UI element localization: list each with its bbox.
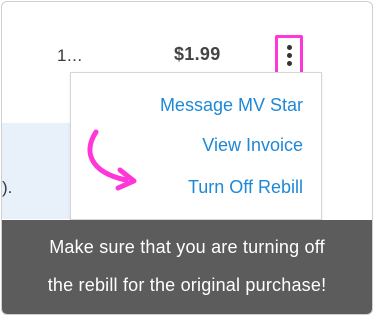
more-options-button[interactable] [275, 35, 303, 75]
row-left-fragment: ). [2, 178, 13, 197]
row-background-right [322, 123, 372, 219]
menu-item-turn-off-rebill[interactable]: Turn Off Rebill [188, 177, 303, 198]
price-cell: $1.99 [174, 44, 221, 64]
curved-arrow-icon [87, 129, 137, 191]
screenshot-frame: 1... $1.99 ). Message MV Star View Invoi… [1, 1, 373, 315]
instruction-caption: Make sure that you are turning off the r… [2, 220, 372, 314]
menu-item-view-invoice[interactable]: View Invoice [202, 135, 303, 156]
caption-line-1: Make sure that you are turning off [49, 237, 325, 257]
selected-row-background [2, 123, 70, 219]
truncated-cell: 1... [57, 46, 83, 65]
caption-line-2: the rebill for the original purchase! [47, 275, 327, 295]
menu-item-message-mv-star[interactable]: Message MV Star [160, 95, 303, 116]
